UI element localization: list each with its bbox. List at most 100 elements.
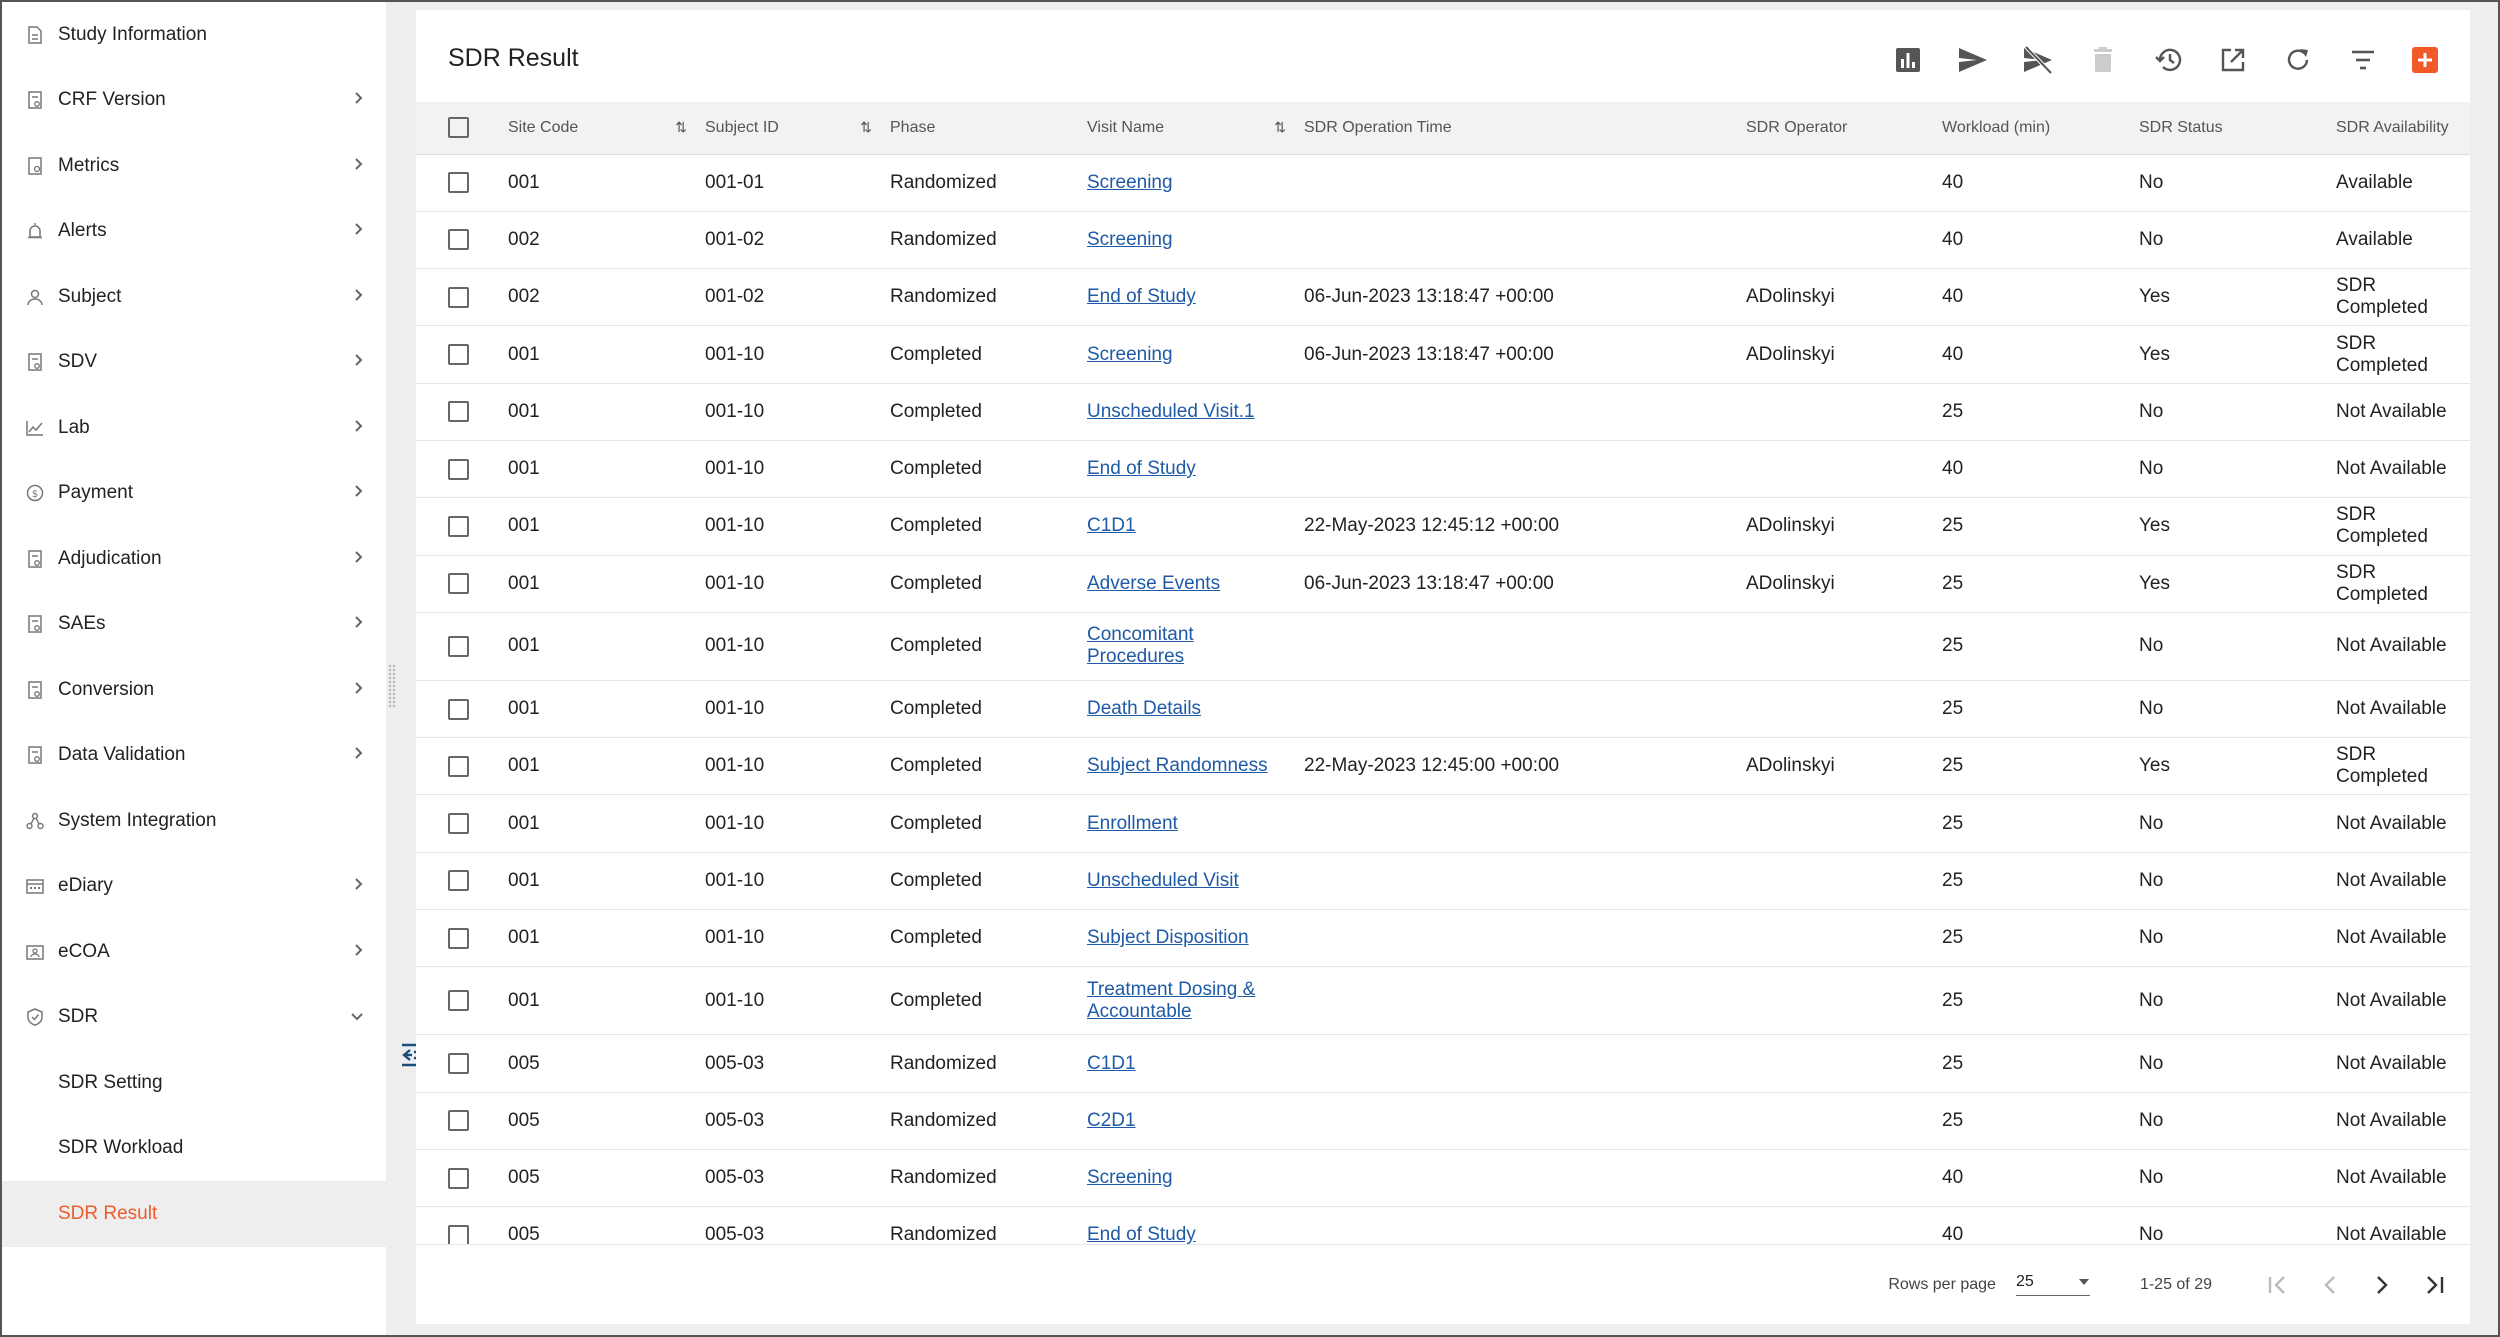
sidebar-item-sdr[interactable]: SDR [2, 985, 386, 1051]
row-checkbox[interactable] [448, 927, 469, 949]
row-checkbox[interactable] [448, 458, 469, 480]
sidebar-item-metrics[interactable]: Metrics [2, 133, 386, 199]
row-checkbox[interactable] [448, 813, 469, 835]
header-subject-id[interactable]: Subject ID ⇅ [705, 102, 890, 155]
visit-name-link[interactable]: Concomitant Procedures [1087, 624, 1277, 668]
sidebar-item-saes[interactable]: SAEs [2, 592, 386, 658]
visit-name-link[interactable]: Enrollment [1087, 813, 1178, 835]
visit-name-link[interactable]: Unscheduled Visit.1 [1087, 401, 1255, 423]
table-row[interactable]: 002 001-02 Randomized Screening 40 No Availabl… [416, 211, 2470, 270]
bar-chart-icon[interactable] [1892, 44, 1924, 76]
visit-name-link[interactable]: Treatment Dosing & Accountable [1087, 979, 1277, 1023]
delete-icon[interactable] [2087, 44, 2119, 76]
last-page-icon[interactable] [2408, 1265, 2460, 1305]
row-checkbox[interactable] [448, 698, 469, 720]
table-row[interactable]: 005 005-03 Randomized C2D1 25 No Not Available [416, 1092, 2470, 1150]
sort-icon[interactable]: ⇅ [860, 119, 872, 136]
visit-name-link[interactable]: C1D1 [1087, 515, 1136, 537]
table-container[interactable]: Site Code ⇅ Subject ID ⇅ Phase Visit Name ⇅… [416, 102, 2470, 1244]
first-page-icon[interactable] [2252, 1265, 2304, 1305]
cell-text: SDR Completed [2336, 744, 2428, 788]
filter-icon[interactable] [2347, 44, 2379, 76]
table-row[interactable]: 001 001-10 Completed End of Study 40 No Not Av… [416, 440, 2470, 499]
table-row[interactable]: 005 005-03 Randomized End of Study 40 No Not A… [416, 1206, 2470, 1244]
sidebar-item-alerts[interactable]: Alerts [2, 199, 386, 265]
visit-name-link[interactable]: End of Study [1087, 1224, 1196, 1244]
row-checkbox[interactable] [448, 229, 469, 251]
sort-icon[interactable]: ⇅ [675, 119, 687, 136]
header-site-code[interactable]: Site Code ⇅ [508, 102, 705, 155]
unsend-icon[interactable] [2022, 44, 2054, 76]
visit-name-link[interactable]: End of Study [1087, 458, 1196, 480]
table-row[interactable]: 001 001-10 Completed Adverse Events 06-Jun-2… [416, 555, 2470, 613]
sidebar-item-subject[interactable]: Subject [2, 264, 386, 330]
table-row[interactable]: 001 001-10 Completed C1D1 22-May-2023 12:45:… [416, 497, 2470, 556]
row-checkbox[interactable] [448, 286, 469, 308]
table-row[interactable]: 002 001-02 Randomized End of Study 06-Jun-20… [416, 268, 2470, 327]
row-checkbox[interactable] [448, 573, 469, 595]
table-row[interactable]: 001 001-10 Completed Enrollment 25 No Not Avai… [416, 794, 2470, 853]
previous-page-icon[interactable] [2304, 1265, 2356, 1305]
table-row[interactable]: 001 001-10 Completed Subject Disposition 25 N… [416, 909, 2470, 968]
row-checkbox[interactable] [448, 1224, 469, 1244]
next-page-icon[interactable] [2356, 1265, 2408, 1305]
visit-name-link[interactable]: C2D1 [1087, 1110, 1136, 1132]
table-row[interactable]: 001 001-10 Completed Death Details 25 No Not A… [416, 680, 2470, 739]
visit-name-link[interactable]: Subject Randomness [1087, 755, 1268, 777]
table-row[interactable]: 005 005-03 Randomized C1D1 25 No Not Available [416, 1034, 2470, 1093]
sort-icon[interactable]: ⇅ [1274, 119, 1286, 136]
visit-name-link[interactable]: Screening [1087, 229, 1173, 251]
table-row[interactable]: 001 001-10 Completed Unscheduled Visit 25 No N… [416, 852, 2470, 911]
sidebar-item-ediary[interactable]: eDiary [2, 854, 386, 920]
add-icon[interactable] [2412, 47, 2438, 73]
row-checkbox[interactable] [448, 755, 469, 777]
sidebar-subitem-sdr-result[interactable]: SDR Result [2, 1181, 386, 1247]
visit-name-link[interactable]: Screening [1087, 172, 1173, 194]
sidebar-subitem-sdr-workload[interactable]: SDR Workload [2, 1116, 386, 1182]
table-row[interactable]: 001 001-10 Completed Treatment Dosing & Acc… [416, 966, 2470, 1036]
sidebar-item-data-validation[interactable]: Data Validation [2, 723, 386, 789]
row-checkbox[interactable] [448, 401, 469, 423]
visit-name-link[interactable]: C1D1 [1087, 1053, 1136, 1075]
row-checkbox[interactable] [448, 990, 469, 1012]
visit-name-link[interactable]: Unscheduled Visit [1087, 870, 1239, 892]
visit-name-link[interactable]: End of Study [1087, 286, 1196, 308]
row-checkbox[interactable] [448, 635, 469, 657]
visit-name-link[interactable]: Death Details [1087, 698, 1201, 720]
sidebar-item-system-integration[interactable]: System Integration [2, 788, 386, 854]
table-row[interactable]: 001 001-01 Randomized Screening 40 No Availabl… [416, 154, 2470, 212]
row-checkbox[interactable] [448, 515, 469, 537]
sidebar-item-crf-version[interactable]: CRF Version [2, 68, 386, 134]
sidebar-subitem-sdr-setting[interactable]: SDR Setting [2, 1050, 386, 1116]
table-row[interactable]: 001 001-10 Completed Concomitant Procedures… [416, 612, 2470, 681]
select-all-checkbox[interactable] [448, 117, 469, 139]
rows-per-page-select[interactable]: 25 [2015, 1273, 2090, 1296]
sidebar-resize-handle[interactable] [388, 664, 396, 708]
table-row[interactable]: 001 001-10 Completed Unscheduled Visit.1 25 N… [416, 383, 2470, 441]
table-row[interactable]: 001 001-10 Completed Subject Randomness 22-M… [416, 737, 2470, 796]
sidebar-item-ecoa[interactable]: eCOA [2, 919, 386, 985]
sidebar-item-conversion[interactable]: Conversion [2, 657, 386, 723]
row-checkbox[interactable] [448, 870, 469, 892]
header-visit-name[interactable]: Visit Name ⇅ [1087, 102, 1304, 155]
sidebar-item-study-information[interactable]: Study Information [2, 2, 386, 68]
sidebar-item-payment[interactable]: $ Payment [2, 461, 386, 527]
visit-name-link[interactable]: Subject Disposition [1087, 927, 1249, 949]
visit-name-link[interactable]: Screening [1087, 344, 1173, 366]
visit-name-link[interactable]: Adverse Events [1087, 573, 1220, 595]
sidebar-item-adjudication[interactable]: Adjudication [2, 526, 386, 592]
open-external-icon[interactable] [2217, 44, 2249, 76]
refresh-icon[interactable] [2282, 44, 2314, 76]
visit-name-link[interactable]: Screening [1087, 1167, 1173, 1189]
table-row[interactable]: 005 005-03 Randomized Screening 40 No Not Avai… [416, 1149, 2470, 1208]
send-icon[interactable] [1957, 44, 1989, 76]
row-checkbox[interactable] [448, 1110, 469, 1132]
row-checkbox[interactable] [448, 172, 469, 194]
row-checkbox[interactable] [448, 1167, 469, 1189]
history-icon[interactable] [2152, 44, 2184, 76]
row-checkbox[interactable] [448, 1053, 469, 1074]
row-checkbox[interactable] [448, 344, 469, 366]
table-row[interactable]: 001 001-10 Completed Screening 06-Jun-2023 1… [416, 325, 2470, 384]
sidebar-item-sdv[interactable]: SDV [2, 330, 386, 396]
sidebar-item-lab[interactable]: Lab [2, 395, 386, 461]
